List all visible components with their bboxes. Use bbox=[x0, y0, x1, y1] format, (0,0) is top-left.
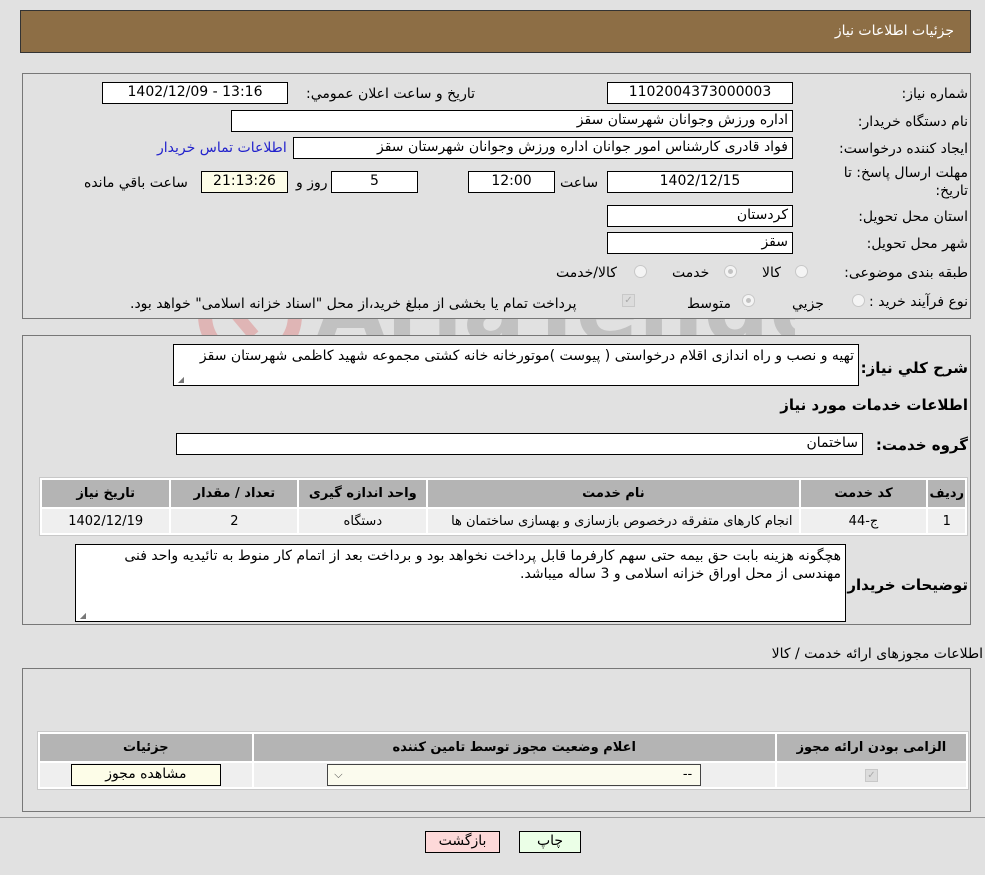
description-textarea[interactable]: تهیه و نصب و راه اندازی اقلام درخواستی (… bbox=[173, 344, 859, 386]
cell-quantity: 2 bbox=[171, 509, 298, 533]
cell-service-code: ج-44 bbox=[800, 509, 927, 533]
buyer-org-field[interactable]: اداره ورزش وجوانان شهرستان سقز bbox=[231, 110, 793, 132]
resize-grip-icon[interactable]: ◢ bbox=[78, 612, 86, 620]
buyer-notes-textarea[interactable]: هچگونه هزینه بابت حق بیمه حتی سهم کارفرم… bbox=[75, 544, 846, 622]
footer-divider bbox=[0, 817, 985, 818]
col-permit-required: الزامی بودن ارائه مجوز bbox=[776, 734, 966, 761]
col-need-date: تاريخ نياز bbox=[42, 480, 170, 507]
category-radio-goods-service[interactable] bbox=[634, 265, 647, 278]
announce-datetime-field[interactable]: 1402/12/09 - 13:16 bbox=[102, 82, 288, 104]
creator-field[interactable]: فواد قادری کارشناس امور جوانان اداره ورز… bbox=[293, 137, 793, 159]
permit-status-value: -- bbox=[682, 767, 693, 782]
col-unit: واحد اندازه گيری bbox=[299, 480, 427, 507]
print-button[interactable]: چاپ bbox=[519, 831, 581, 853]
services-table: رديف کد خدمت نام خدمت واحد اندازه گيری ت… bbox=[39, 477, 968, 536]
col-permit-details: جزئیات bbox=[40, 734, 252, 761]
remaining-time-field: 21:13:26 bbox=[201, 171, 288, 193]
treasury-checkbox[interactable]: ✓ bbox=[622, 294, 635, 307]
permit-status-select[interactable]: -- ⌵ bbox=[327, 764, 702, 786]
page-title: جزئیات اطلاعات نیاز bbox=[834, 23, 954, 39]
category-radio-service[interactable] bbox=[724, 265, 737, 278]
deadline-label: مهلت ارسال پاسخ: تا تاريخ: bbox=[843, 165, 968, 199]
process-radio-minor[interactable] bbox=[852, 294, 865, 307]
deadline-time-label: ساعت bbox=[560, 175, 599, 191]
resize-grip-icon[interactable]: ◢ bbox=[176, 376, 184, 384]
need-number-label: شماره نیاز: bbox=[901, 86, 969, 102]
city-field[interactable]: سقز bbox=[607, 232, 793, 254]
creator-label: ايجاد كننده درخواست: bbox=[839, 141, 968, 157]
process-option-minor: جزيي bbox=[792, 296, 824, 312]
category-option-goods-service: کالا/خدمت bbox=[556, 265, 617, 281]
col-quantity: تعداد / مقدار bbox=[171, 480, 298, 507]
treasury-note: پرداخت تمام یا بخشی از مبلغ خرید،از محل … bbox=[130, 296, 577, 312]
service-group-label: گروه خدمت: bbox=[875, 436, 968, 454]
cell-need-date: 1402/12/19 bbox=[42, 509, 170, 533]
buyer-contact-link[interactable]: اطلاعات تماس خريدار bbox=[157, 140, 287, 156]
view-permit-button[interactable]: مشاهده مجوز bbox=[70, 764, 221, 786]
col-permit-status: اعلام وضعیت مجوز توسط تامین کننده bbox=[253, 734, 775, 761]
city-label: شهر محل تحويل: bbox=[866, 236, 968, 252]
process-option-medium: متوسط bbox=[687, 296, 731, 312]
cell-service-name: انجام کارهای متفرقه درخصوص بازسازی و بهس… bbox=[428, 509, 799, 533]
cell-permit-required: ✓ bbox=[776, 763, 966, 787]
description-text: تهیه و نصب و راه اندازی اقلام درخواستی (… bbox=[199, 348, 854, 364]
need-number-field[interactable]: 1102004373000003 bbox=[607, 82, 793, 104]
permits-section-title: اطلاعات مجوزهای ارائه خدمت / کالا bbox=[771, 646, 983, 662]
buyer-notes-text: هچگونه هزینه بابت حق بیمه حتی سهم کارفرم… bbox=[124, 548, 841, 582]
remaining-days-field[interactable]: 5 bbox=[331, 171, 418, 193]
description-label: شرح کلي نياز: bbox=[860, 359, 968, 377]
cell-permit-status: -- ⌵ bbox=[253, 763, 775, 787]
table-row: 1 ج-44 انجام کارهای متفرقه درخصوص بازساز… bbox=[42, 509, 965, 533]
category-option-goods: کالا bbox=[762, 265, 781, 281]
deadline-date-field[interactable]: 1402/12/15 bbox=[607, 171, 793, 193]
buyer-org-label: نام دستگاه خريدار: bbox=[857, 114, 968, 130]
back-button[interactable]: بازگشت bbox=[425, 831, 500, 853]
cell-permit-details: مشاهده مجوز bbox=[40, 763, 252, 787]
process-radio-medium[interactable] bbox=[742, 294, 755, 307]
permit-required-checkbox[interactable]: ✓ bbox=[864, 768, 878, 782]
chevron-down-icon: ⌵ bbox=[334, 768, 343, 781]
page-header: جزئیات اطلاعات نیاز bbox=[20, 10, 971, 53]
days-label: روز و bbox=[296, 175, 328, 191]
buyer-notes-label: توضيحات خريدار: bbox=[841, 576, 968, 594]
col-service-name: نام خدمت bbox=[428, 480, 799, 507]
service-group-field[interactable]: ساختمان bbox=[176, 433, 863, 455]
services-section-title: اطلاعات خدمات مورد نياز bbox=[780, 396, 968, 414]
col-row-number: رديف bbox=[928, 480, 965, 507]
category-option-service: خدمت bbox=[672, 265, 710, 281]
process-type-label: نوع فرآيند خريد : bbox=[869, 294, 968, 310]
col-service-code: کد خدمت bbox=[800, 480, 927, 507]
province-field[interactable]: کردستان bbox=[607, 205, 793, 227]
permits-table-header: الزامی بودن ارائه مجوز اعلام وضعیت مجوز … bbox=[40, 734, 966, 761]
province-label: استان محل تحويل: bbox=[858, 209, 968, 225]
deadline-time-field[interactable]: 12:00 bbox=[468, 171, 555, 193]
table-row: ✓ -- ⌵ مشاهده مجوز bbox=[40, 763, 966, 787]
remaining-time-label: ساعت باقي مانده bbox=[84, 175, 188, 191]
cell-row-number: 1 bbox=[928, 509, 965, 533]
services-table-header: رديف کد خدمت نام خدمت واحد اندازه گيری ت… bbox=[42, 480, 965, 507]
announce-datetime-label: تاریخ و ساعت اعلان عمومي: bbox=[306, 86, 475, 102]
cell-unit: دستگاه bbox=[299, 509, 427, 533]
category-radio-goods[interactable] bbox=[795, 265, 808, 278]
permits-table: الزامی بودن ارائه مجوز اعلام وضعیت مجوز … bbox=[37, 731, 969, 790]
category-label: طبقه بندی موضوعی: bbox=[844, 265, 968, 281]
